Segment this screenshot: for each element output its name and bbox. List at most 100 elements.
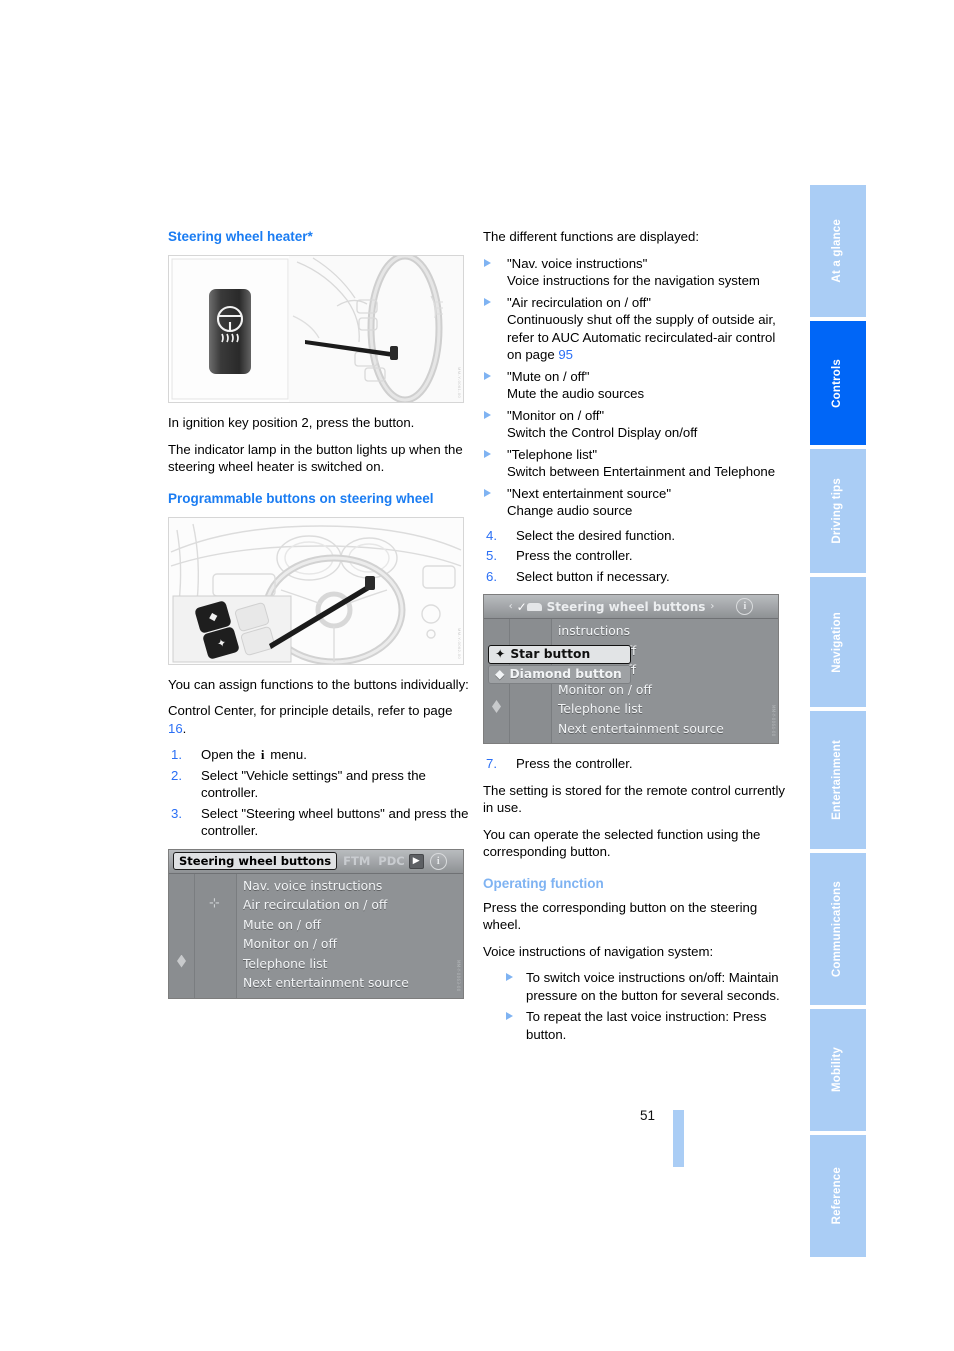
cd-item-telephone-list[interactable]: Telephone list [558,700,778,720]
function-title: "Monitor on / off" [507,407,605,423]
cd-item-monitor[interactable]: Monitor on / off [243,935,463,955]
chevron-right-icon[interactable]: › [710,601,714,612]
control-display-body: ⊹ Nav. voice instructions Air recirculat… [169,873,463,998]
page-link-95[interactable]: 95 [558,347,573,362]
function-list: "Nav. voice instructions" Voice instruct… [483,255,788,520]
tab-label: Mobility [831,1047,844,1093]
step-number: 1. [171,747,182,762]
tab-reference[interactable]: Reference [810,1135,866,1257]
bullet-repeat-voice-instruction: To repeat the last voice instruction: Pr… [505,1008,788,1043]
triangle-bullet-icon [484,297,491,306]
function-desc: Mute the audio sources [507,386,645,401]
bullet-switch-voice-instructions: To switch voice instructions on/off: Mai… [505,969,788,1004]
figure-watermark: MM-Y-0062-00 [457,628,462,660]
tab-label: Navigation [831,611,844,673]
popup-option-diamond-button[interactable]: ◆ Diamond button [488,665,631,684]
paragraph-functions-displayed: The different functions are displayed: [483,229,700,244]
step-4: 4. Select the desired function. [483,527,788,545]
diamond-icon [492,700,501,713]
section-tab-rail: At a glance Controls Driving tips Naviga… [810,185,866,1257]
step-number: 2. [171,767,182,783]
popup-option-star-button[interactable]: ✦ Star button [488,645,631,664]
function-desc: Voice instructions for the navigation sy… [507,273,760,288]
tab-entertainment[interactable]: Entertainment [810,711,866,849]
step-number: 6. [486,568,497,584]
triangle-bullet-icon [506,1012,513,1020]
function-next-entertainment-source: "Next entertainment source" Change audio… [483,485,788,520]
popup-option-label: Diamond button [509,667,622,681]
function-title: "Telephone list" [507,446,598,462]
steps-list-7: 7. Press the controller. [483,755,788,773]
function-air-recirculation: "Air recirculation on / off" Continuousl… [483,294,788,364]
info-menu-icon: i [260,747,265,762]
chevron-right-icon[interactable]: ▶ [408,853,424,869]
tab-label: Entertainment [831,740,844,820]
function-desc: Change audio source [507,503,633,518]
step-5: 5. Press the controller. [483,547,788,565]
paragraph-press-button: Press the corresponding button on the st… [483,899,758,933]
step-text: Select "Steering wheel buttons" and pres… [201,805,469,839]
cd-item-next-ent-source[interactable]: Next entertainment source [243,974,463,994]
figure-watermark: MM-Y-0061-00 [457,366,462,398]
tab-label: Reference [831,1167,844,1225]
cd-function-list-1: Nav. voice instructions Air recirculatio… [237,874,463,998]
chevron-left-icon[interactable]: ‹ [509,601,513,612]
control-display-body: instructions ation on / off Mute on / of… [484,619,778,743]
step-3: 3. Select "Steering wheel buttons" and pr… [168,805,473,840]
diamond-icon: ◆ [495,667,505,681]
step-6: 6. Select button if necessary. [483,568,788,586]
cd-tab-pdc[interactable]: PDC [376,854,406,868]
tab-driving-tips[interactable]: Driving tips [810,449,866,573]
triangle-bullet-icon [484,488,491,497]
step-number: 7. [486,756,497,771]
left-column: Steering wheel heater* MM-Y-0061-00 In i… [168,228,473,1010]
step-text: Press the controller. [516,548,633,563]
heading-steering-wheel-heater: Steering wheel heater* [168,229,313,244]
paragraph-control-center: Control Center, for principle details, r… [168,702,473,737]
cd-item-mute[interactable]: Mute on / off [243,916,463,936]
step-text: Select button if necessary. [516,568,670,584]
info-icon[interactable]: i [429,852,447,870]
tab-label: Controls [831,358,844,408]
page-number-bar [673,1110,684,1167]
paragraph-indicator-lamp: The indicator lamp in the button lights … [168,441,463,475]
right-column: The different functions are displayed: "… [483,228,788,1050]
figure-programmable-buttons: ◆ ✦ MM-Y-0062-00 [168,516,464,665]
cd-tab-ftm[interactable]: FTM [337,854,376,868]
function-monitor: "Monitor on / off" Switch the Control Di… [483,407,788,442]
bullet-text: To repeat the last voice instruction: Pr… [526,1009,767,1042]
tab-communications[interactable]: Communications [810,853,866,1005]
page-number: 51 [640,1108,656,1123]
star-icon: ⊹ [209,895,220,911]
button-assignment-popup: ✦ Star button ◆ Diamond button [488,645,631,684]
tab-navigation[interactable]: Navigation [810,577,866,707]
bullet-text: To switch voice instructions on/off: Mai… [526,970,780,1003]
step-1: 1. Open the i menu. [168,746,473,764]
star-icon: ✦ [495,647,506,661]
control-center-text: Control Center, for principle details, r… [168,703,453,718]
diamond-icon [177,954,186,968]
cd-item-telephone-list[interactable]: Telephone list [243,955,463,975]
tab-controls[interactable]: Controls [810,321,866,445]
tab-mobility[interactable]: Mobility [810,1009,866,1131]
step-text: Select "Vehicle settings" and press the … [201,767,426,801]
control-display-screenshot-2: ‹ ✓ Steering wheel buttons › i instructi… [483,594,779,744]
cd-gutter-left [169,873,195,998]
page-link-16[interactable]: 16 [168,721,183,736]
step-text: Select the desired function. [516,527,676,543]
cd-item-air-recirc[interactable]: Air recirculation on / off [243,896,463,916]
triangle-bullet-icon [506,973,513,981]
figure-steering-wheel-heater-button: MM-Y-0061-00 [168,255,464,403]
info-icon[interactable]: i [736,598,754,615]
tab-at-a-glance[interactable]: At a glance [810,185,866,317]
cd-item-nav-voice[interactable]: Nav. voice instructions [243,877,463,897]
cd-item-nav-voice-partial[interactable]: instructions [558,622,778,642]
cd-tab-steering-wheel-buttons[interactable]: Steering wheel buttons [173,852,338,870]
paragraph-assign-functions: You can assign functions to the buttons … [168,676,469,692]
checkmark-icon: ✓ [516,599,527,614]
triangle-bullet-icon [484,410,491,419]
function-desc: Continuously shut off the supply of outs… [507,312,776,362]
cd-item-next-ent-source[interactable]: Next entertainment source [558,720,778,740]
tab-label: Communications [831,880,844,978]
control-display-screenshot-1: Steering wheel buttons FTM PDC ▶ i ⊹ Nav… [168,848,464,999]
